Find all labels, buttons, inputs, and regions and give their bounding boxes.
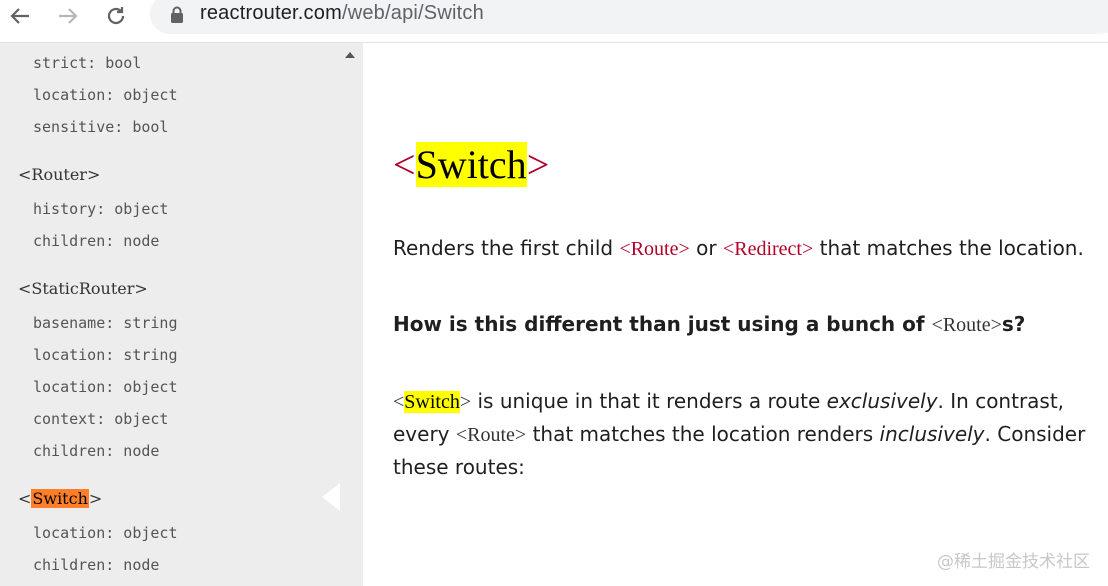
paragraph-line-3: these routes: <box>393 455 525 479</box>
paragraph-line-1: <Switch> is unique in that it renders a … <box>393 389 1064 414</box>
text: How is this different than just using a … <box>393 312 932 336</box>
sidebar-item-location-object[interactable]: location: object <box>33 378 178 396</box>
title-close: > <box>526 142 550 187</box>
code-redirect: <Redirect> <box>722 238 814 260</box>
sidebar-item-children[interactable]: children: node <box>33 232 159 250</box>
address-url[interactable]: reactrouter.com/web/api/Switch <box>200 2 484 25</box>
arrow-left-icon <box>10 8 29 24</box>
sidebar-item-basename[interactable]: basename: string <box>33 314 178 332</box>
sidebar-item-strict[interactable]: strict: bool <box>33 54 141 72</box>
code-highlight: Switch <box>404 391 460 413</box>
emphasis: exclusively <box>826 389 938 413</box>
sidebar-heading-switch[interactable]: <Switch> <box>18 489 102 508</box>
back-button[interactable] <box>4 0 36 32</box>
text: s? <box>1001 312 1026 336</box>
heading-prefix: < <box>18 489 32 508</box>
title-open: < <box>393 142 416 187</box>
intro-paragraph: Renders the first child <Route> or <Redi… <box>393 236 1084 261</box>
emphasis: inclusively <box>879 422 985 446</box>
code-route: <Route> <box>455 424 527 446</box>
text: . In contrast, <box>937 389 1065 413</box>
browser-toolbar: reactrouter.com/web/api/Switch <box>0 0 1108 43</box>
text: is unique in that it renders a route <box>471 389 827 413</box>
url-path: /web/api/Switch <box>341 2 484 24</box>
sidebar-item-history[interactable]: history: object <box>33 200 168 218</box>
sidebar-item-location[interactable]: location: object <box>33 86 178 104</box>
sidebar-item-children[interactable]: children: node <box>33 556 159 574</box>
watermark: @稀土掘金技术社区 <box>937 552 1090 572</box>
active-pointer-icon <box>322 483 340 511</box>
section-heading: How is this different than just using a … <box>393 312 1025 337</box>
heading-highlight: Switch <box>31 489 89 508</box>
text: or <box>689 236 723 260</box>
sidebar-heading-router[interactable]: <Router> <box>18 165 100 184</box>
arrow-right-icon <box>59 8 78 24</box>
text: Renders the first child <box>393 236 620 260</box>
lock-icon <box>171 6 183 23</box>
url-host: reactrouter.com <box>200 2 342 24</box>
sidebar-item-children[interactable]: children: node <box>33 442 159 460</box>
code-open: < <box>393 391 405 413</box>
sidebar-item-sensitive[interactable]: sensitive: bool <box>33 118 168 136</box>
reload-button[interactable] <box>100 0 132 32</box>
scroll-up-icon[interactable] <box>344 51 356 59</box>
text: . Consider <box>984 422 1086 446</box>
heading-suffix: > <box>88 489 103 508</box>
sidebar-item-context[interactable]: context: object <box>33 410 168 428</box>
sidebar-heading-staticrouter[interactable]: <StaticRouter> <box>18 279 148 298</box>
code-switch: <Switch> <box>393 391 471 413</box>
page-title: <Switch> <box>393 141 549 188</box>
forward-button[interactable] <box>52 0 84 32</box>
main-content: <Switch> Renders the first child <Route>… <box>363 43 1108 586</box>
sidebar-item-location-string[interactable]: location: string <box>33 346 178 364</box>
text: that matches the location renders <box>526 422 880 446</box>
paragraph-line-2: every <Route> that matches the location … <box>393 422 1085 447</box>
code-route: <Route> <box>619 238 690 260</box>
sidebar-nav: strict: bool location: object sensitive:… <box>0 43 363 586</box>
text: that matches the location. <box>813 236 1084 260</box>
title-highlight: Switch <box>415 142 527 187</box>
code-close: > <box>459 391 472 413</box>
code-route: <Route> <box>931 314 1002 336</box>
reload-icon <box>107 7 125 25</box>
text: every <box>393 422 456 446</box>
sidebar-item-location[interactable]: location: object <box>33 524 178 542</box>
